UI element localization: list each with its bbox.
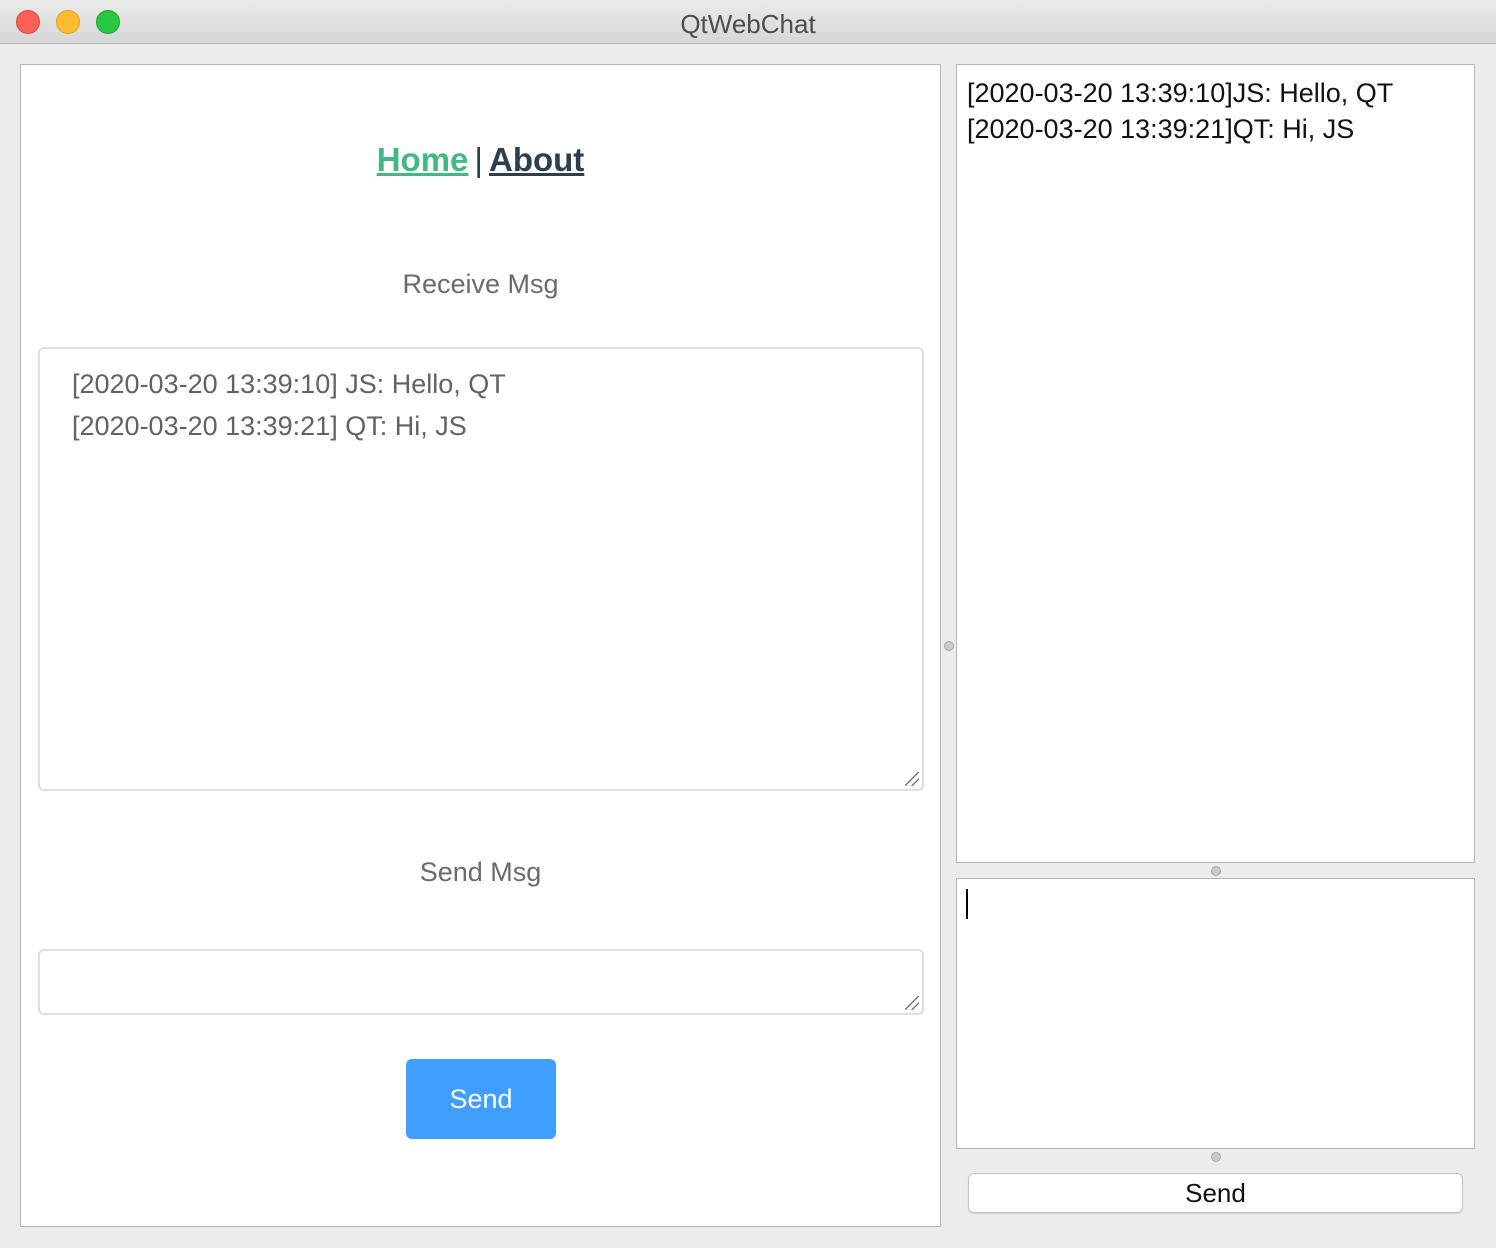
qt-message-log[interactable]: [2020-03-20 13:39:10]JS: Hello, QT [2020… bbox=[956, 64, 1475, 863]
receive-msg-label: Receive Msg bbox=[402, 269, 559, 299]
home-link[interactable]: Home bbox=[377, 141, 469, 178]
about-link[interactable]: About bbox=[489, 141, 584, 178]
window-title: QtWebChat bbox=[680, 9, 816, 39]
nav-bar: Home | About bbox=[21, 141, 940, 179]
qt-send-button[interactable]: Send bbox=[968, 1173, 1463, 1213]
horizontal-splitter-handle[interactable] bbox=[1211, 1152, 1221, 1162]
web-send-button[interactable]: Send bbox=[406, 1059, 556, 1139]
qt-message-input[interactable] bbox=[956, 878, 1475, 1149]
receive-msg-line: [2020-03-20 13:39:10] JS: Hello, QT bbox=[72, 369, 506, 399]
nav-separator: | bbox=[474, 141, 483, 178]
log-line: [2020-03-20 13:39:21]QT: Hi, JS bbox=[967, 114, 1355, 144]
send-msg-label: Send Msg bbox=[419, 857, 542, 887]
receive-msg-line: [2020-03-20 13:39:21] QT: Hi, JS bbox=[72, 411, 467, 441]
resize-grip-icon[interactable] bbox=[905, 772, 919, 786]
receive-msg-textarea[interactable]: [2020-03-20 13:39:10] JS: Hello, QT [202… bbox=[38, 347, 924, 791]
horizontal-splitter-handle[interactable] bbox=[1211, 866, 1221, 876]
web-view-panel: Home | About Receive Msg [2020-03-20 13:39… bbox=[20, 64, 941, 1227]
log-line: [2020-03-20 13:39:10]JS: Hello, QT bbox=[967, 78, 1394, 108]
text-caret bbox=[966, 889, 968, 919]
send-msg-textarea[interactable] bbox=[38, 949, 924, 1015]
vertical-splitter-handle[interactable] bbox=[944, 641, 954, 651]
resize-grip-icon[interactable] bbox=[905, 996, 919, 1010]
window-titlebar: QtWebChat bbox=[0, 0, 1496, 44]
